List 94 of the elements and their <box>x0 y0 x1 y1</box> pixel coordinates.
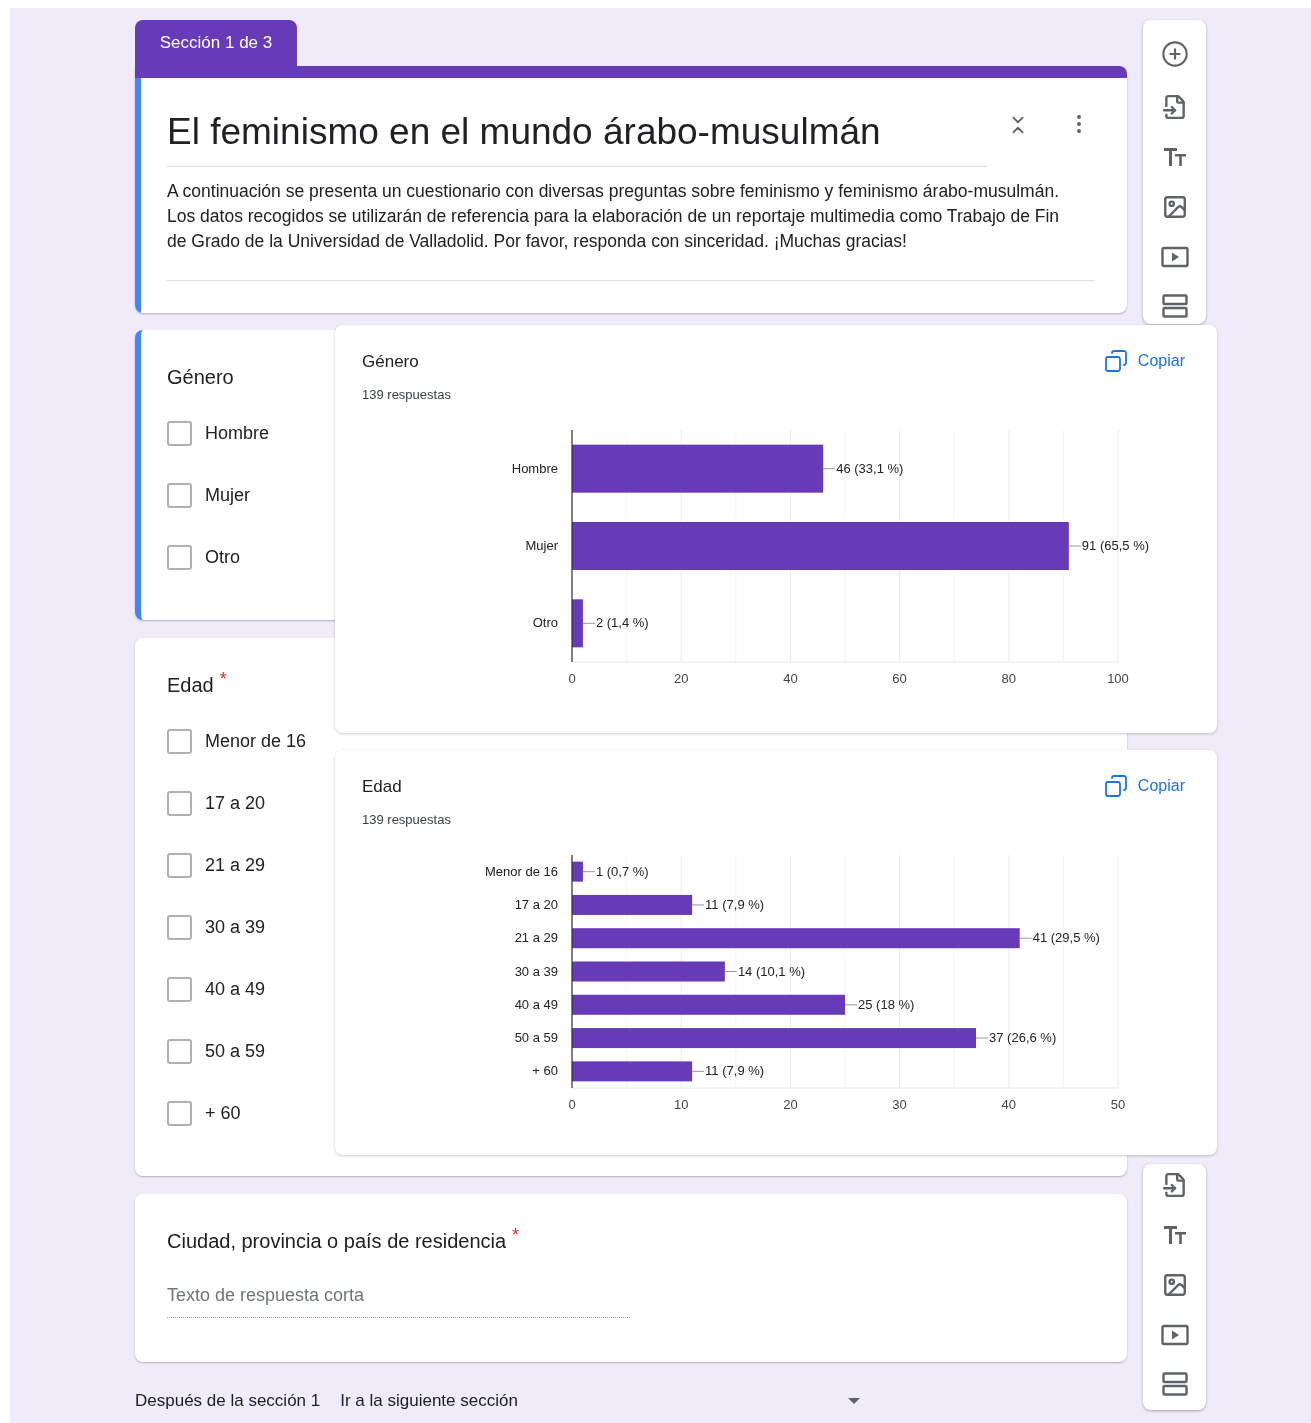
tick-label: 60 <box>892 671 907 686</box>
copy-icon <box>1103 349 1128 373</box>
image-icon[interactable] <box>1161 194 1188 220</box>
form-title: El feminismo en el mundo árabo-musulmán <box>167 111 881 152</box>
tick-label: 80 <box>1001 671 1017 686</box>
option-label: Otro <box>205 545 240 569</box>
tick-label: 0 <box>568 1097 576 1112</box>
leader-line <box>691 904 705 906</box>
category-label: + 60 <box>532 1063 558 1079</box>
import-icon[interactable] <box>1161 94 1188 120</box>
leader-line <box>844 1004 858 1006</box>
section-icon[interactable] <box>1161 294 1188 318</box>
value-label: 25 (18 %) <box>858 996 915 1012</box>
category-label: 40 a 49 <box>514 996 558 1012</box>
option-label: 50 a 59 <box>205 1039 266 1063</box>
import-icon[interactable] <box>1161 1172 1188 1198</box>
category-label: Hombre <box>511 460 558 476</box>
checkbox[interactable] <box>167 790 192 816</box>
leader-line <box>724 971 738 972</box>
required-asterisk: * <box>512 1224 520 1247</box>
section-dropdown[interactable]: Ir a la siguiente sección <box>340 1388 861 1414</box>
value-label: 11 (7,9 %) <box>705 896 765 912</box>
video-icon[interactable] <box>1160 246 1189 268</box>
value-label: 41 (29,5 %) <box>1032 930 1100 946</box>
leader-line <box>582 871 596 873</box>
tick-label: 0 <box>568 671 576 686</box>
summary-title: Edad <box>362 776 403 798</box>
option-label: 40 a 49 <box>205 977 266 1001</box>
response-count: 139 respuestas <box>362 385 451 404</box>
copy-button[interactable]: Copiar <box>1103 349 1185 373</box>
question-title: Edad <box>167 673 214 698</box>
checkbox[interactable] <box>167 1100 192 1126</box>
leader-line <box>1068 545 1082 547</box>
checkbox[interactable] <box>167 420 192 446</box>
section-icon[interactable] <box>1161 1372 1188 1396</box>
category-label: 17 a 20 <box>514 896 558 912</box>
short-answer-field[interactable]: Texto de respuesta corta <box>167 1282 630 1318</box>
leader-line <box>582 622 596 624</box>
response-count: 139 respuestas <box>362 810 451 829</box>
text-size-icon[interactable] <box>1162 146 1187 168</box>
tick-label: 10 <box>673 1097 689 1112</box>
checkbox[interactable] <box>167 728 192 754</box>
add-question-icon[interactable] <box>1160 40 1189 68</box>
leader-line <box>1019 937 1033 939</box>
category-label: Menor de 16 <box>485 863 558 879</box>
checkbox[interactable] <box>167 976 192 1002</box>
form-description: A continuación se presenta un cuestionario con diversas preguntas sobre feminismo y feminismo árabo-musulmán. Los datos recogidos se utilizarán de referencia para la elaboración de un reportaje multimedia como Trabajo de Fin de Grado de la Universidad de Valladolid. Por favor, responda con sinceridad. ¡Muchas gracias! <box>167 180 1061 253</box>
tick-label: 30 <box>892 1097 907 1112</box>
chart-bar <box>572 861 583 882</box>
category-label: 50 a 59 <box>514 1030 558 1046</box>
category-label: Otro <box>532 615 558 631</box>
category-label: Mujer <box>525 538 558 553</box>
checkbox[interactable] <box>167 544 192 570</box>
option-label: Mujer <box>205 483 250 507</box>
value-label: 11 (7,9 %) <box>705 1063 765 1079</box>
value-label: 91 (65,5 %) <box>1081 538 1150 553</box>
tick-label: 40 <box>783 671 798 686</box>
summary-title: Género <box>362 351 420 373</box>
checkbox[interactable] <box>167 482 192 508</box>
leader-line <box>691 1070 705 1072</box>
required-asterisk: * <box>219 668 227 691</box>
question-title: Ciudad, provincia o país de residencia <box>167 1229 507 1254</box>
checkbox[interactable] <box>167 1038 192 1064</box>
option-label: 30 a 39 <box>205 915 266 939</box>
tick-label: 40 <box>1001 1097 1017 1112</box>
copy-icon <box>1103 774 1128 798</box>
video-icon[interactable] <box>1160 1324 1189 1346</box>
value-label: 46 (33,1 %) <box>836 460 904 476</box>
value-label: 1 (0,7 %) <box>595 863 649 879</box>
category-label: 30 a 39 <box>514 963 558 979</box>
leader-line <box>822 468 836 470</box>
leader-line <box>975 1037 989 1039</box>
copy-button[interactable]: Copiar <box>1103 774 1185 798</box>
category-label: 21 a 29 <box>514 930 558 946</box>
checkbox[interactable] <box>167 852 192 878</box>
caret-icon <box>848 1397 861 1404</box>
option-label: + 60 <box>205 1101 241 1125</box>
after-section-label: Después de la sección 1 <box>135 1390 321 1412</box>
value-label: 37 (26,6 %) <box>989 1030 1057 1046</box>
option-label: 21 a 29 <box>205 853 266 877</box>
tick-label: 50 <box>1110 1097 1126 1112</box>
image-icon[interactable] <box>1161 1272 1188 1298</box>
tick-label: 20 <box>783 1097 798 1112</box>
option-label: 17 a 20 <box>205 791 266 815</box>
text-size-icon[interactable] <box>1162 1224 1187 1246</box>
chart-bar <box>572 599 583 648</box>
tick-label: 20 <box>673 671 689 686</box>
question-title: Género <box>167 365 234 390</box>
checkbox[interactable] <box>167 914 192 940</box>
value-label: 14 (10,1 %) <box>737 963 806 979</box>
value-label: 2 (1,4 %) <box>595 615 649 631</box>
option-label: Hombre <box>205 421 270 445</box>
option-label: Menor de 16 <box>205 729 307 753</box>
tick-label: 100 <box>1107 671 1129 686</box>
